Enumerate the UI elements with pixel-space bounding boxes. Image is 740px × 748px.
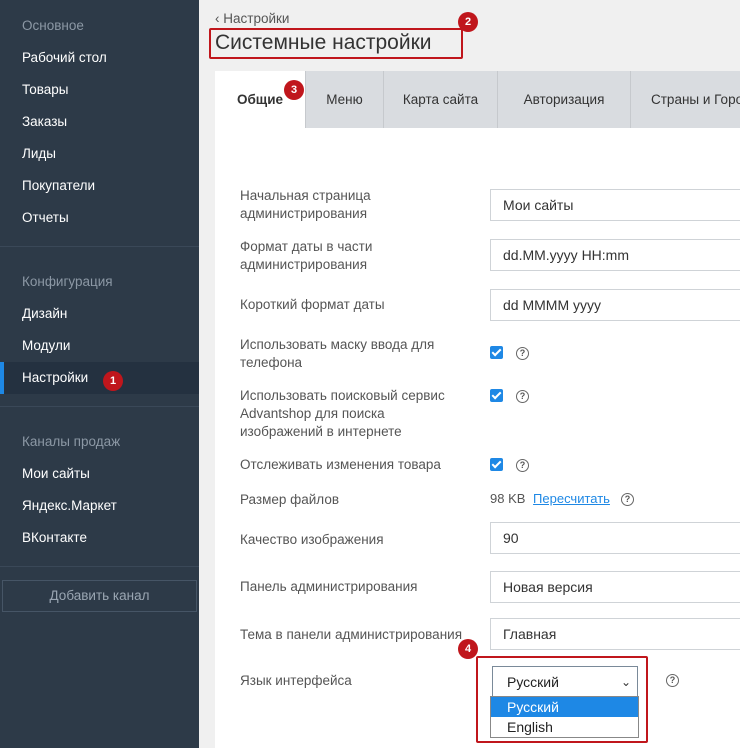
back-link[interactable]: ‹ Настройки [215,11,289,26]
sidebar-item-settings[interactable]: Настройки [0,362,199,394]
image-quality-label: Качество изображения [240,532,384,547]
sidebar-item-my-sites[interactable]: Мои сайты [0,458,199,490]
sidebar-item-customers[interactable]: Покупатели [0,170,199,202]
add-channel-button[interactable]: Добавить канал [2,580,197,612]
image-search-label: Использовать поисковый сервис Advantshop… [240,388,445,439]
help-icon[interactable]: ? [666,674,679,687]
start-page-label: Начальная страница администрирования [240,188,371,221]
sidebar-section-channels: Каналы продаж [22,434,121,449]
sidebar-item-orders[interactable]: Заказы [0,106,199,138]
annotation-highlight-title [209,28,463,59]
admin-panel-label: Панель администрирования [240,579,418,594]
image-quality-input[interactable]: 90 [490,522,740,554]
short-date-input[interactable]: dd MMMM yyyy [490,289,740,321]
date-format-input[interactable]: dd.MM.yyyy HH:mm [490,239,740,271]
tab-countries[interactable]: Страны и Горо [631,71,740,128]
track-changes-checkbox[interactable] [490,458,503,471]
sidebar-item-reports[interactable]: Отчеты [0,202,199,234]
tab-authorization[interactable]: Авторизация [498,71,631,128]
sidebar-divider [0,566,199,567]
sidebar-item-leads[interactable]: Лиды [0,138,199,170]
file-size-value: 98 KB Пересчитать [490,491,610,506]
help-icon[interactable]: ? [516,347,529,360]
annotation-badge-2: 2 [458,12,478,32]
start-page-select[interactable]: Мои сайты [490,189,740,221]
sidebar-item-modules[interactable]: Модули [0,330,199,362]
theme-select[interactable]: Главная [490,618,740,650]
sidebar-divider [0,406,199,407]
admin-panel-select[interactable]: Новая версия [490,571,740,603]
file-size-text: 98 KB [490,491,526,506]
phone-mask-label: Использовать маску ввода для телефона [240,337,435,370]
recalculate-link[interactable]: Пересчитать [533,491,610,506]
sidebar-section-config: Конфигурация [22,274,113,289]
phone-mask-checkbox[interactable] [490,346,503,359]
help-icon[interactable]: ? [621,493,634,506]
theme-label: Тема в панели администрирования [240,627,462,642]
help-icon[interactable]: ? [516,459,529,472]
date-format-label: Формат даты в части администрирования [240,239,373,272]
annotation-highlight-language [476,656,648,743]
annotation-badge-4: 4 [458,639,478,659]
sidebar: Основное Рабочий стол Товары Заказы Лиды… [0,0,199,748]
track-changes-label: Отслеживать изменения товара [240,457,441,472]
sidebar-item-yandex-market[interactable]: Яндекс.Маркет [0,490,199,522]
sidebar-section-main: Основное [22,18,84,33]
tab-menu[interactable]: Меню [305,71,384,128]
image-search-checkbox[interactable] [490,389,503,402]
short-date-label: Короткий формат даты [240,297,385,312]
annotation-badge-1: 1 [103,371,123,391]
sidebar-item-vkontakte[interactable]: ВКонтакте [0,522,199,554]
sidebar-item-design[interactable]: Дизайн [0,298,199,330]
chevron-left-icon: ‹ [215,11,220,26]
back-link-label: Настройки [223,11,290,26]
help-icon[interactable]: ? [516,390,529,403]
sidebar-item-products[interactable]: Товары [0,74,199,106]
file-size-label: Размер файлов [240,492,340,507]
tab-sitemap[interactable]: Карта сайта [384,71,498,128]
annotation-badge-3: 3 [284,80,304,100]
sidebar-divider [0,246,199,247]
language-label: Язык интерфейса [240,673,352,688]
sidebar-item-dashboard[interactable]: Рабочий стол [0,42,199,74]
